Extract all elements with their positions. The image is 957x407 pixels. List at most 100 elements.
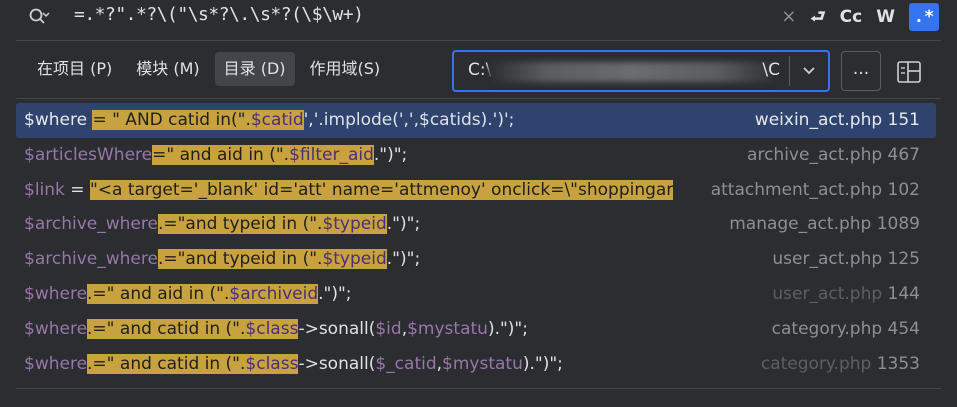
code-token: ->sonall(: [298, 318, 376, 339]
code-token: .")";: [373, 144, 408, 165]
open-in-window-icon[interactable]: [895, 58, 923, 86]
search-icon[interactable]: [28, 6, 50, 28]
result-row[interactable]: $link = "<a target='_blank' id='att' nam…: [16, 172, 936, 208]
result-row[interactable]: $where.=" and catid in (".$class->sonall…: [16, 346, 936, 382]
result-row[interactable]: $archive_where.="and typeid in (".$typei…: [16, 207, 936, 243]
scope-tabs: 在项目 (P) 模块 (M) 目录 (D) 作用域(S): [28, 52, 389, 86]
result-row[interactable]: $articlesWhere=" and aid in (".$filter_a…: [16, 137, 936, 173]
code-token: $articlesWhere: [24, 144, 153, 165]
result-code-line: $where.=" and catid in (".$class->sonall…: [24, 312, 704, 347]
new-line-icon[interactable]: ⮐: [810, 3, 825, 31]
result-row[interactable]: $where = " AND catid in(".$catid','.impl…: [16, 103, 936, 138]
result-file-location: category.php 454: [765, 311, 920, 347]
redacted-path: [488, 62, 778, 82]
field-separator: [789, 56, 790, 86]
clear-search-icon[interactable]: ×: [781, 3, 796, 31]
code-token: =: [64, 179, 90, 200]
scope-tab[interactable]: 模块 (M): [127, 52, 208, 86]
file-name: category.php: [771, 318, 883, 339]
code-token: ).")";: [487, 318, 528, 339]
match-highlight: $class: [245, 318, 299, 339]
line-number: 454: [887, 318, 920, 339]
whole-words-toggle[interactable]: W: [876, 3, 895, 31]
file-name: user_act.php: [772, 249, 883, 270]
regex-toggle[interactable]: .*: [909, 3, 939, 31]
result-file-location: manage_act.php 1089: [723, 207, 920, 243]
code-token: .")";: [386, 249, 421, 270]
divider: [16, 40, 941, 41]
code-token: $mystatu: [407, 318, 488, 339]
code-token: .")";: [318, 283, 352, 304]
search-bar: =.*?".*?\("\s*?\.\s*?(\$\w+) × ⮐ Cc W .*: [0, 0, 957, 34]
line-number: 102: [887, 179, 920, 200]
line-number: 151: [887, 110, 920, 130]
result-code-line: $archive_where.="and typeid in (".$typei…: [24, 242, 704, 277]
line-number: 1353: [876, 353, 920, 374]
file-name: manage_act.php: [729, 214, 872, 235]
line-number: 467: [887, 144, 920, 165]
file-name: attachment_act.php: [710, 179, 883, 200]
result-row[interactable]: $where.=" and catid in (".$class->sonall…: [16, 311, 936, 347]
result-row[interactable]: $where.=" and aid in (".$archiveid.")"; u…: [16, 276, 936, 312]
match-highlight: =" and aid in (".: [152, 144, 290, 165]
code-token: ->sonall(: [298, 353, 376, 374]
code-token: $id: [375, 318, 402, 339]
code-token: $link: [24, 179, 65, 200]
match-highlight: .=" and aid in (".: [87, 283, 230, 304]
match-highlight: $typeid: [322, 249, 387, 270]
match-highlight: .="and typeid in (".: [157, 214, 323, 235]
results-list: $where = " AND catid in(".$catid','.impl…: [16, 103, 936, 382]
file-name: category.php: [760, 353, 872, 374]
result-row[interactable]: $archive_where.="and typeid in (".$typei…: [16, 242, 936, 277]
code-token: $_catid: [375, 353, 437, 374]
result-file-location: attachment_act.php 102: [704, 172, 920, 208]
result-file-location: category.php 1353: [754, 346, 920, 382]
code-token: .")";: [386, 214, 421, 235]
match-highlight: = " AND catid in(".: [92, 110, 251, 130]
search-query-input[interactable]: =.*?".*?\("\s*?\.\s*?(\$\w+): [74, 4, 364, 25]
search-tools: × ⮐ Cc W .*: [781, 3, 939, 31]
file-name: archive_act.php: [747, 144, 883, 165]
match-highlight: $class: [245, 353, 299, 374]
code-token: $archive_where: [24, 214, 158, 235]
code-token: $mystatu: [442, 353, 523, 374]
scope-tab[interactable]: 作用域(S): [301, 52, 390, 86]
match-highlight: $catid: [250, 110, 304, 130]
code-token: $where: [24, 283, 88, 304]
scope-tab[interactable]: 在项目 (P): [28, 52, 121, 86]
browse-button[interactable]: ...: [841, 51, 881, 91]
result-code-line: $where.=" and catid in (".$class->sonall…: [24, 347, 704, 382]
match-highlight: $filter_aid: [289, 144, 374, 165]
divider: [16, 98, 941, 99]
match-highlight: $typeid: [322, 214, 387, 235]
chevron-down-icon[interactable]: [798, 60, 820, 82]
match-highlight: .=" and catid in (".: [87, 318, 246, 339]
code-token: $where: [24, 110, 88, 130]
result-code-line: $articlesWhere=" and aid in (".$filter_a…: [24, 138, 704, 173]
match-highlight: "<a target='_blank' id='att' name='attme…: [89, 179, 674, 200]
file-name: weixin_act.php: [754, 110, 883, 130]
match-highlight: $archiveid: [229, 283, 319, 304]
code-token: $where: [24, 353, 88, 374]
result-file-location: archive_act.php 467: [741, 137, 920, 173]
divider: [16, 388, 941, 389]
code-token: $where: [24, 318, 88, 339]
code-token: $archive_where: [24, 249, 158, 270]
result-file-location: user_act.php 144: [766, 276, 920, 312]
directory-path-end: \C: [762, 60, 780, 80]
line-number: 144: [887, 283, 920, 304]
file-name: user_act.php: [772, 283, 883, 304]
scope-tab[interactable]: 目录 (D): [214, 52, 295, 86]
directory-field[interactable]: C:\ \C: [452, 50, 830, 92]
result-code-line: $link = "<a target='_blank' id='att' nam…: [24, 173, 704, 208]
match-highlight: .=" and catid in (".: [87, 353, 246, 374]
code-token: ','.implode(',',$catids).')';: [303, 110, 515, 130]
match-highlight: .="and typeid in (".: [157, 249, 323, 270]
result-code-line: $archive_where.="and typeid in (".$typei…: [24, 207, 704, 242]
result-file-location: user_act.php 125: [766, 242, 920, 277]
line-number: 125: [887, 249, 920, 270]
result-code-line: $where.=" and aid in (".$archiveid.")";: [24, 277, 704, 312]
result-file-location: weixin_act.php 151: [748, 103, 920, 138]
match-case-toggle[interactable]: Cc: [840, 3, 863, 31]
result-code-line: $where = " AND catid in(".$catid','.impl…: [24, 103, 704, 138]
